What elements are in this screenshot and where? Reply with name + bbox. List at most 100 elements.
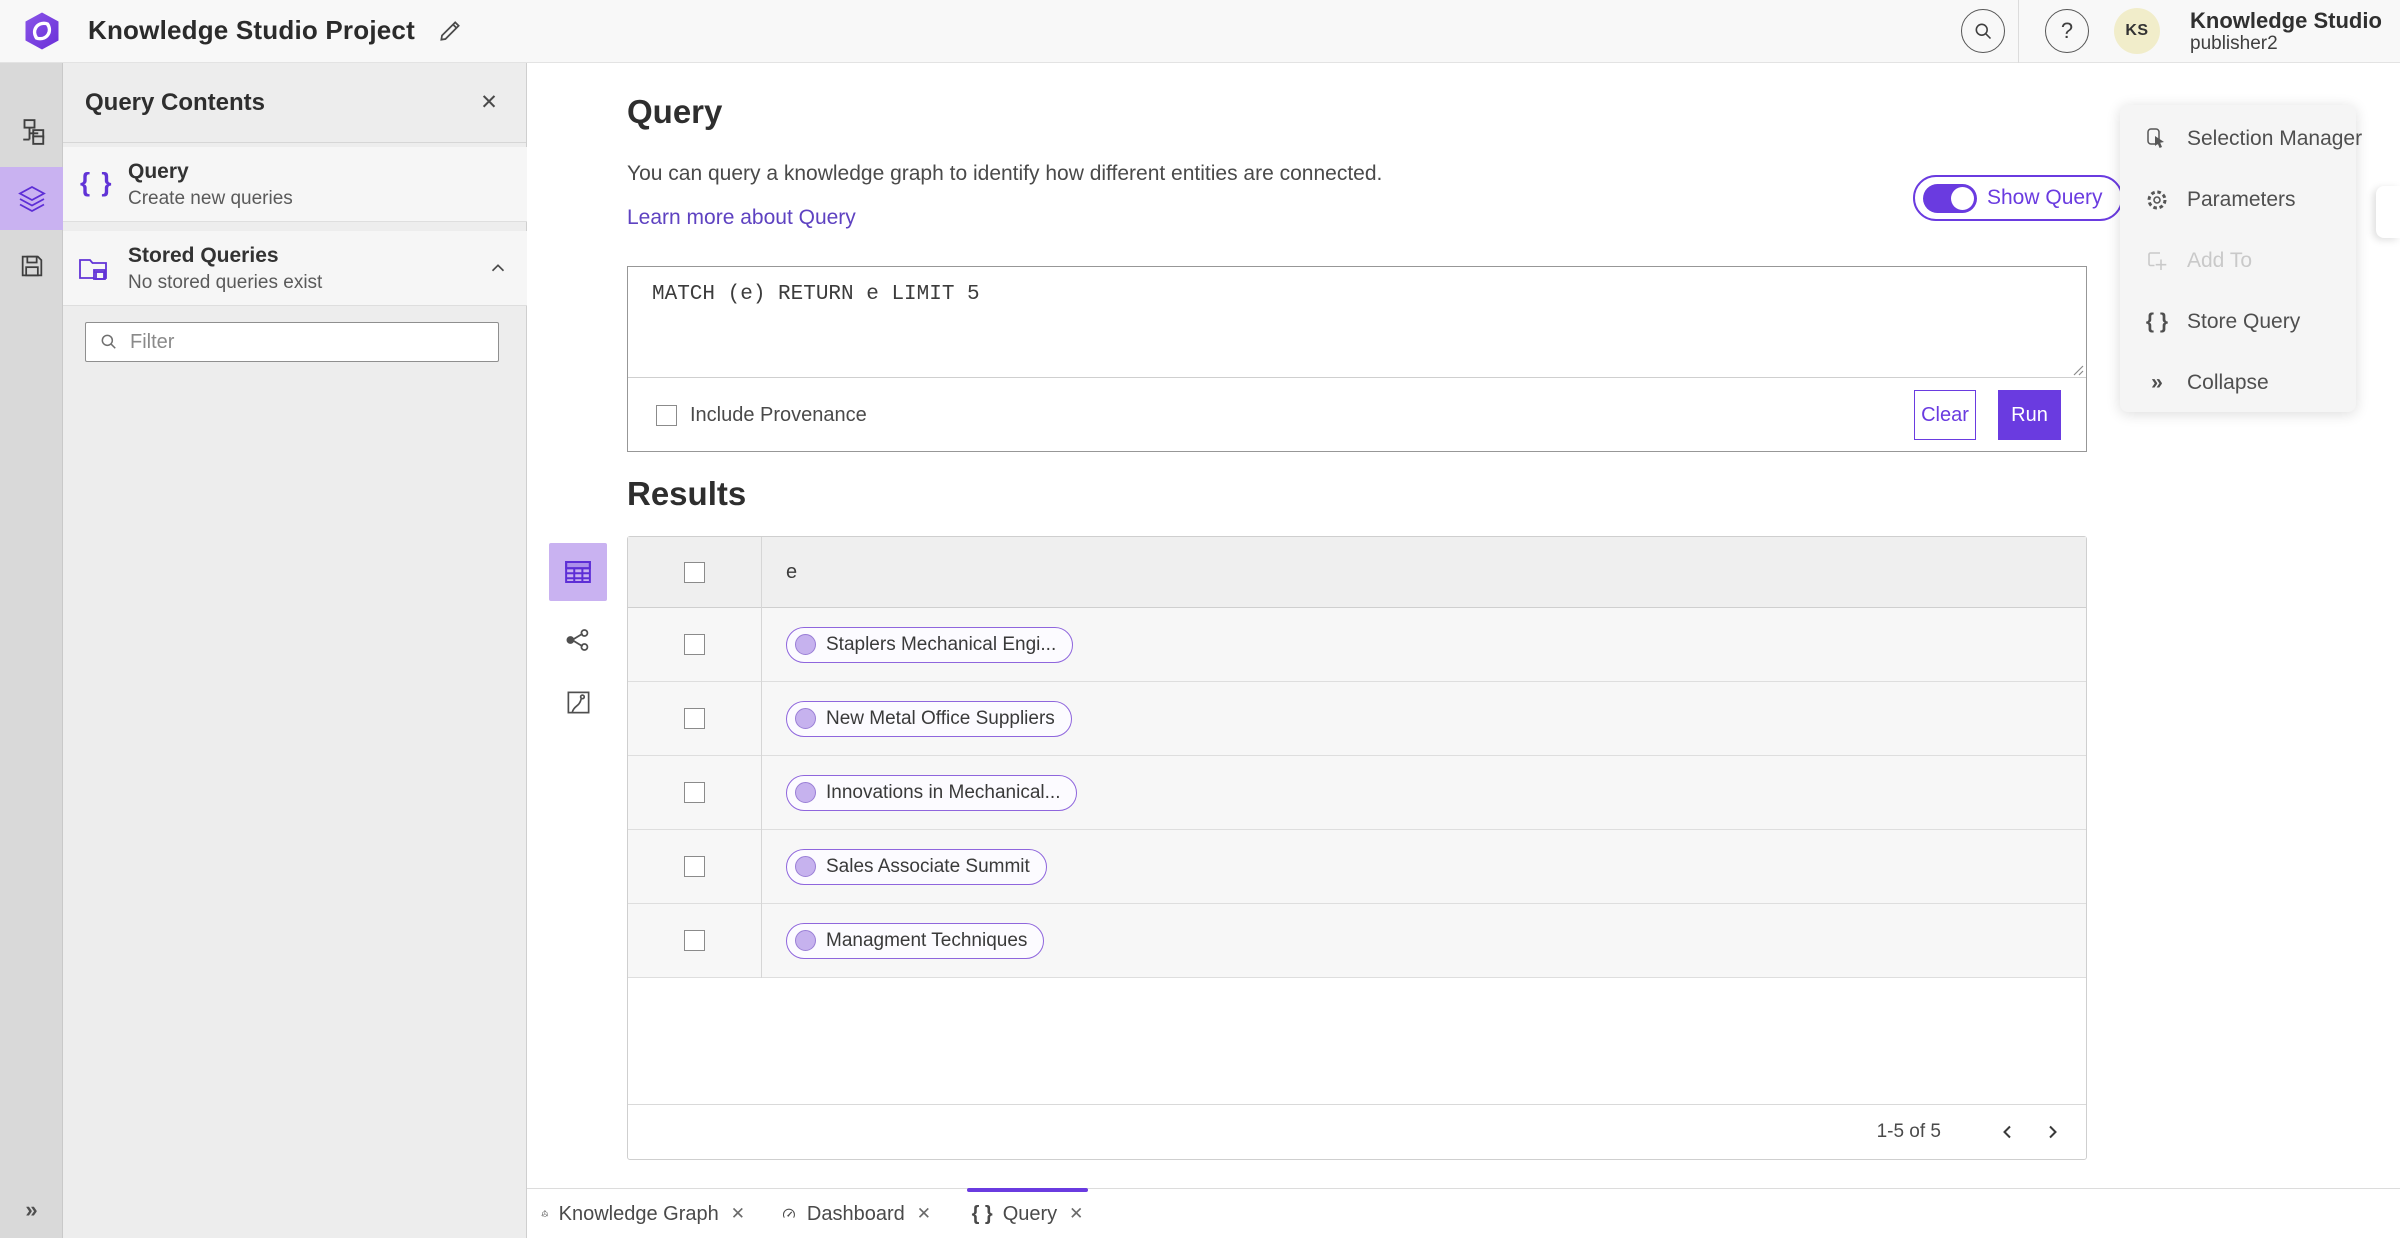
user-role: publisher2 bbox=[2190, 33, 2278, 55]
row-checkbox[interactable] bbox=[684, 634, 705, 655]
user-info[interactable]: Knowledge Studio publisher2 bbox=[2190, 8, 2382, 55]
folder-icon bbox=[77, 253, 111, 285]
results-heading: Results bbox=[627, 475, 747, 512]
collapse-menu-button[interactable]: » Collapse bbox=[2120, 352, 2356, 413]
entity-dot-icon bbox=[795, 930, 816, 951]
row-checkbox[interactable] bbox=[684, 856, 705, 877]
store-query-button[interactable]: { } Store Query bbox=[2120, 291, 2356, 352]
search-button[interactable] bbox=[1961, 9, 2005, 53]
table-footer: 1-5 of 5 bbox=[628, 1104, 2086, 1159]
close-tab-icon[interactable]: ✕ bbox=[731, 1204, 745, 1224]
entity-chip[interactable]: Innovations in Mechanical... bbox=[786, 774, 1078, 811]
table-header-row: e bbox=[628, 537, 2086, 608]
next-page-button[interactable] bbox=[2030, 1112, 2074, 1152]
gear-icon bbox=[2144, 188, 2170, 212]
column-divider bbox=[761, 537, 762, 978]
row-checkbox[interactable] bbox=[684, 930, 705, 951]
user-name: Knowledge Studio bbox=[2190, 8, 2382, 33]
save-icon bbox=[21, 255, 42, 276]
header-divider bbox=[2018, 0, 2019, 63]
panel-item-title: Stored Queries bbox=[128, 244, 279, 267]
panel-item-stored-queries[interactable]: Stored Queries No stored queries exist bbox=[63, 231, 527, 306]
query-heading: Query bbox=[627, 93, 723, 130]
braces-icon: { } bbox=[971, 1202, 993, 1225]
double-chevron-right-icon: » bbox=[2151, 370, 2163, 394]
previous-page-button[interactable] bbox=[1986, 1112, 2030, 1152]
parameters-button[interactable]: Parameters bbox=[2120, 169, 2356, 230]
query-text-input[interactable]: MATCH (e) RETURN e LIMIT 5 bbox=[628, 267, 2086, 378]
rail-item-data-model[interactable] bbox=[0, 100, 63, 163]
include-provenance-checkbox[interactable] bbox=[656, 405, 677, 426]
help-button[interactable]: ? bbox=[2045, 9, 2089, 53]
entity-label: Sales Associate Summit bbox=[826, 855, 1030, 877]
entity-chip[interactable]: Sales Associate Summit bbox=[786, 848, 1047, 885]
show-query-toggle[interactable]: Show Query bbox=[1913, 175, 2123, 221]
close-tab-icon[interactable]: ✕ bbox=[1069, 1204, 1083, 1224]
query-contents-panel: Query Contents ✕ { } Query Create new qu… bbox=[63, 63, 527, 1238]
map-view-button[interactable] bbox=[549, 679, 607, 725]
filter-input[interactable] bbox=[130, 323, 495, 361]
panel-item-subtitle: Create new queries bbox=[128, 188, 293, 209]
entity-label: Managment Techniques bbox=[826, 929, 1028, 951]
link-chart-view-button[interactable] bbox=[549, 617, 607, 663]
collapsed-panel-tab[interactable] bbox=[2376, 186, 2400, 238]
search-icon bbox=[101, 334, 116, 349]
results-view-switcher bbox=[549, 543, 607, 725]
entity-dot-icon bbox=[795, 782, 816, 803]
user-avatar[interactable]: KS bbox=[2114, 8, 2160, 54]
link-chart-view-icon bbox=[566, 629, 589, 651]
query-tools-menu: Selection Manager Parameters Add To {} … bbox=[2120, 105, 2362, 413]
panel-item-subtitle: No stored queries exist bbox=[128, 272, 323, 293]
row-checkbox[interactable] bbox=[684, 782, 705, 803]
add-to-button[interactable]: Add To bbox=[2120, 230, 2356, 291]
show-query-label: Show Query bbox=[1987, 186, 2103, 209]
run-button[interactable]: Run bbox=[1998, 390, 2061, 440]
double-chevron-right-icon: » bbox=[25, 1197, 38, 1222]
column-header-e: e bbox=[786, 560, 798, 583]
pagination-count: 1-5 of 5 bbox=[1876, 1121, 1941, 1142]
tab-query-active[interactable]: { } Query ✕ bbox=[967, 1188, 1088, 1238]
question-icon: ? bbox=[2060, 18, 2074, 43]
expand-rail-button[interactable]: » bbox=[0, 1188, 63, 1232]
app-root: Knowledge Studio Project ? KS Knowledge … bbox=[0, 0, 2400, 1238]
tab-dashboard[interactable]: Dashboard ✕ bbox=[781, 1189, 931, 1238]
panel-close-button[interactable]: ✕ bbox=[474, 87, 504, 117]
table-row: Staplers Mechanical Engi... bbox=[628, 608, 2086, 682]
bottom-tab-bar: Knowledge Graph ✕ Dashboard ✕ { } Query … bbox=[527, 1188, 2400, 1238]
learn-more-link[interactable]: Learn more about Query bbox=[627, 206, 856, 230]
panel-title: Query Contents bbox=[85, 89, 266, 116]
table-view-icon bbox=[565, 561, 591, 583]
chevron-right-icon bbox=[2049, 1125, 2057, 1139]
entity-dot-icon bbox=[795, 634, 816, 655]
layers-icon bbox=[17, 185, 46, 212]
entity-chip[interactable]: New Metal Office Suppliers bbox=[786, 700, 1072, 737]
edit-title-button[interactable] bbox=[434, 15, 466, 47]
query-editor: MATCH (e) RETURN e LIMIT 5 Include Prove… bbox=[627, 266, 2087, 452]
knowledge-graph-icon bbox=[541, 1210, 549, 1218]
selection-manager-button[interactable]: Selection Manager bbox=[2120, 108, 2362, 169]
editor-footer: Include Provenance Clear Run bbox=[628, 379, 2086, 452]
tab-knowledge-graph[interactable]: Knowledge Graph ✕ bbox=[537, 1189, 745, 1238]
entity-chip[interactable]: Staplers Mechanical Engi... bbox=[786, 626, 1074, 663]
data-model-icon bbox=[22, 118, 44, 145]
close-tab-icon[interactable]: ✕ bbox=[917, 1204, 931, 1224]
table-view-button[interactable] bbox=[549, 543, 607, 601]
clear-button[interactable]: Clear bbox=[1914, 390, 1976, 440]
chevron-left-icon bbox=[2003, 1125, 2011, 1139]
row-checkbox[interactable] bbox=[684, 708, 705, 729]
rail-item-save[interactable] bbox=[0, 234, 63, 297]
entity-chip[interactable]: Managment Techniques bbox=[786, 922, 1045, 959]
braces-icon: { } bbox=[80, 167, 114, 197]
entity-label: Innovations in Mechanical... bbox=[826, 781, 1061, 803]
rail-item-contents[interactable] bbox=[0, 167, 63, 230]
add-to-icon bbox=[2144, 249, 2170, 273]
resize-handle[interactable] bbox=[2072, 364, 2084, 376]
collapse-stored-queries-button[interactable] bbox=[487, 257, 509, 279]
select-all-checkbox[interactable] bbox=[684, 561, 705, 583]
toggle-track bbox=[1923, 183, 1977, 213]
table-row: Innovations in Mechanical... bbox=[628, 756, 2086, 830]
table-row: Sales Associate Summit bbox=[628, 830, 2086, 904]
stored-queries-filter bbox=[85, 322, 499, 362]
panel-item-query[interactable]: { } Query Create new queries bbox=[63, 147, 527, 222]
entity-dot-icon bbox=[795, 856, 816, 877]
